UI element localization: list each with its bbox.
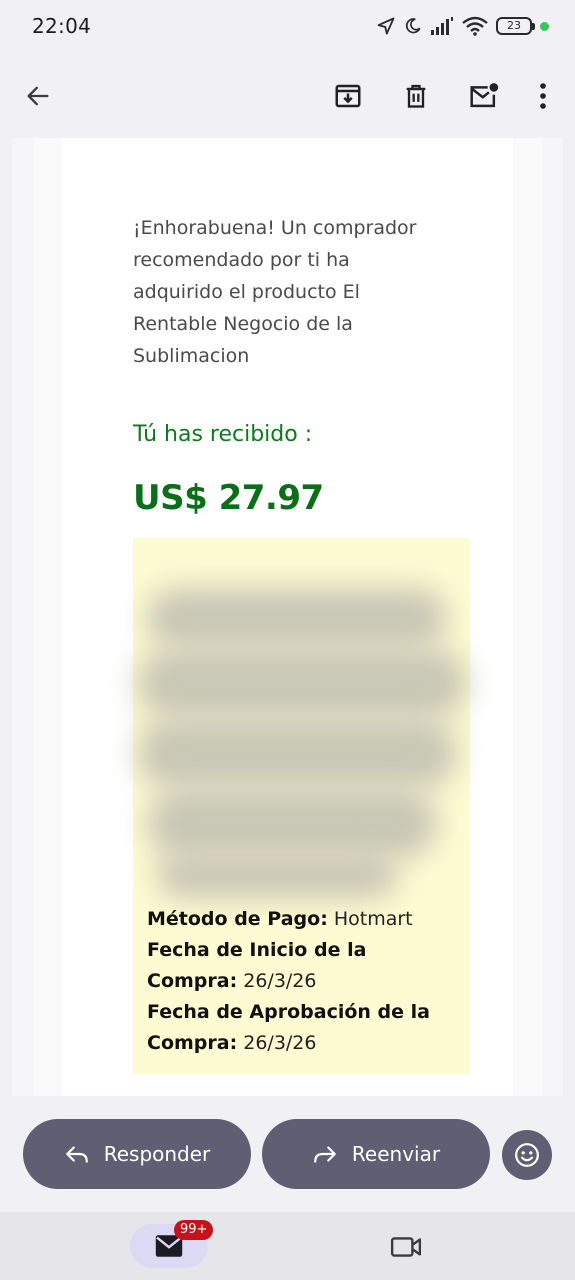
more-options-button[interactable] <box>521 74 565 118</box>
forward-icon <box>314 1146 336 1163</box>
unread-badge: 99+ <box>174 1220 214 1240</box>
wifi-icon <box>462 16 488 36</box>
payment-method-value: Hotmart <box>333 908 413 930</box>
payment-method-row: Método de Pago: Hotmart <box>147 904 462 935</box>
email-body: ¡Enhorabuena! Un comprador recomendado p… <box>62 138 513 1096</box>
congrats-message: ¡Enhorabuena! Un comprador recomendado p… <box>133 217 417 367</box>
battery-icon: 23 <box>496 17 535 35</box>
bottom-nav: 99+ <box>0 1212 575 1280</box>
received-label: Tú has recibido : <box>133 422 313 447</box>
start-date-value: 26/3/26 <box>243 970 317 992</box>
purchase-details: Método de Pago: Hotmart Fecha de Inicio … <box>147 904 462 1059</box>
back-button[interactable] <box>16 74 60 118</box>
reply-icon <box>65 1146 88 1163</box>
delete-icon <box>406 84 426 108</box>
mark-unread-icon <box>470 83 499 108</box>
archive-icon <box>335 84 361 108</box>
status-time: 22:04 <box>32 14 92 38</box>
archive-button[interactable] <box>326 74 370 118</box>
moon-icon <box>405 18 421 34</box>
emoji-react-button[interactable] <box>502 1130 552 1180</box>
commission-amount: US$ 27.97 <box>133 478 324 518</box>
location-icon <box>377 17 395 35</box>
approval-date-value: 26/3/26 <box>243 1032 317 1054</box>
arrow-back-icon <box>27 86 49 106</box>
forward-button[interactable]: Reenviar <box>262 1119 490 1189</box>
nav-meet-tab[interactable] <box>386 1232 426 1262</box>
status-icons: 23 <box>376 16 549 36</box>
purchase-details-box: Método de Pago: Hotmart Fecha de Inicio … <box>133 538 470 1074</box>
payment-method-label: Método de Pago: <box>147 908 328 930</box>
approval-date-row: Fecha de Aprobación de la Compra: 26/3/2… <box>147 997 462 1059</box>
mark-unread-button[interactable] <box>462 74 506 118</box>
top-toolbar <box>0 56 575 138</box>
status-bar: 22:04 23 <box>0 0 575 56</box>
more-vert-icon <box>540 83 546 109</box>
redacted-region <box>137 578 467 908</box>
video-icon <box>390 1237 422 1257</box>
signal-icon <box>431 17 453 35</box>
reply-label: Responder <box>103 1142 211 1166</box>
emoji-icon <box>515 1143 539 1167</box>
action-bar: Responder Reenviar <box>0 1096 575 1212</box>
delete-button[interactable] <box>394 74 438 118</box>
reply-button[interactable]: Responder <box>23 1119 251 1189</box>
forward-label: Reenviar <box>351 1142 441 1166</box>
privacy-dot <box>540 21 549 31</box>
start-date-row: Fecha de Inicio de la Compra: 26/3/26 <box>147 935 462 997</box>
battery-level: 23 <box>507 19 521 32</box>
